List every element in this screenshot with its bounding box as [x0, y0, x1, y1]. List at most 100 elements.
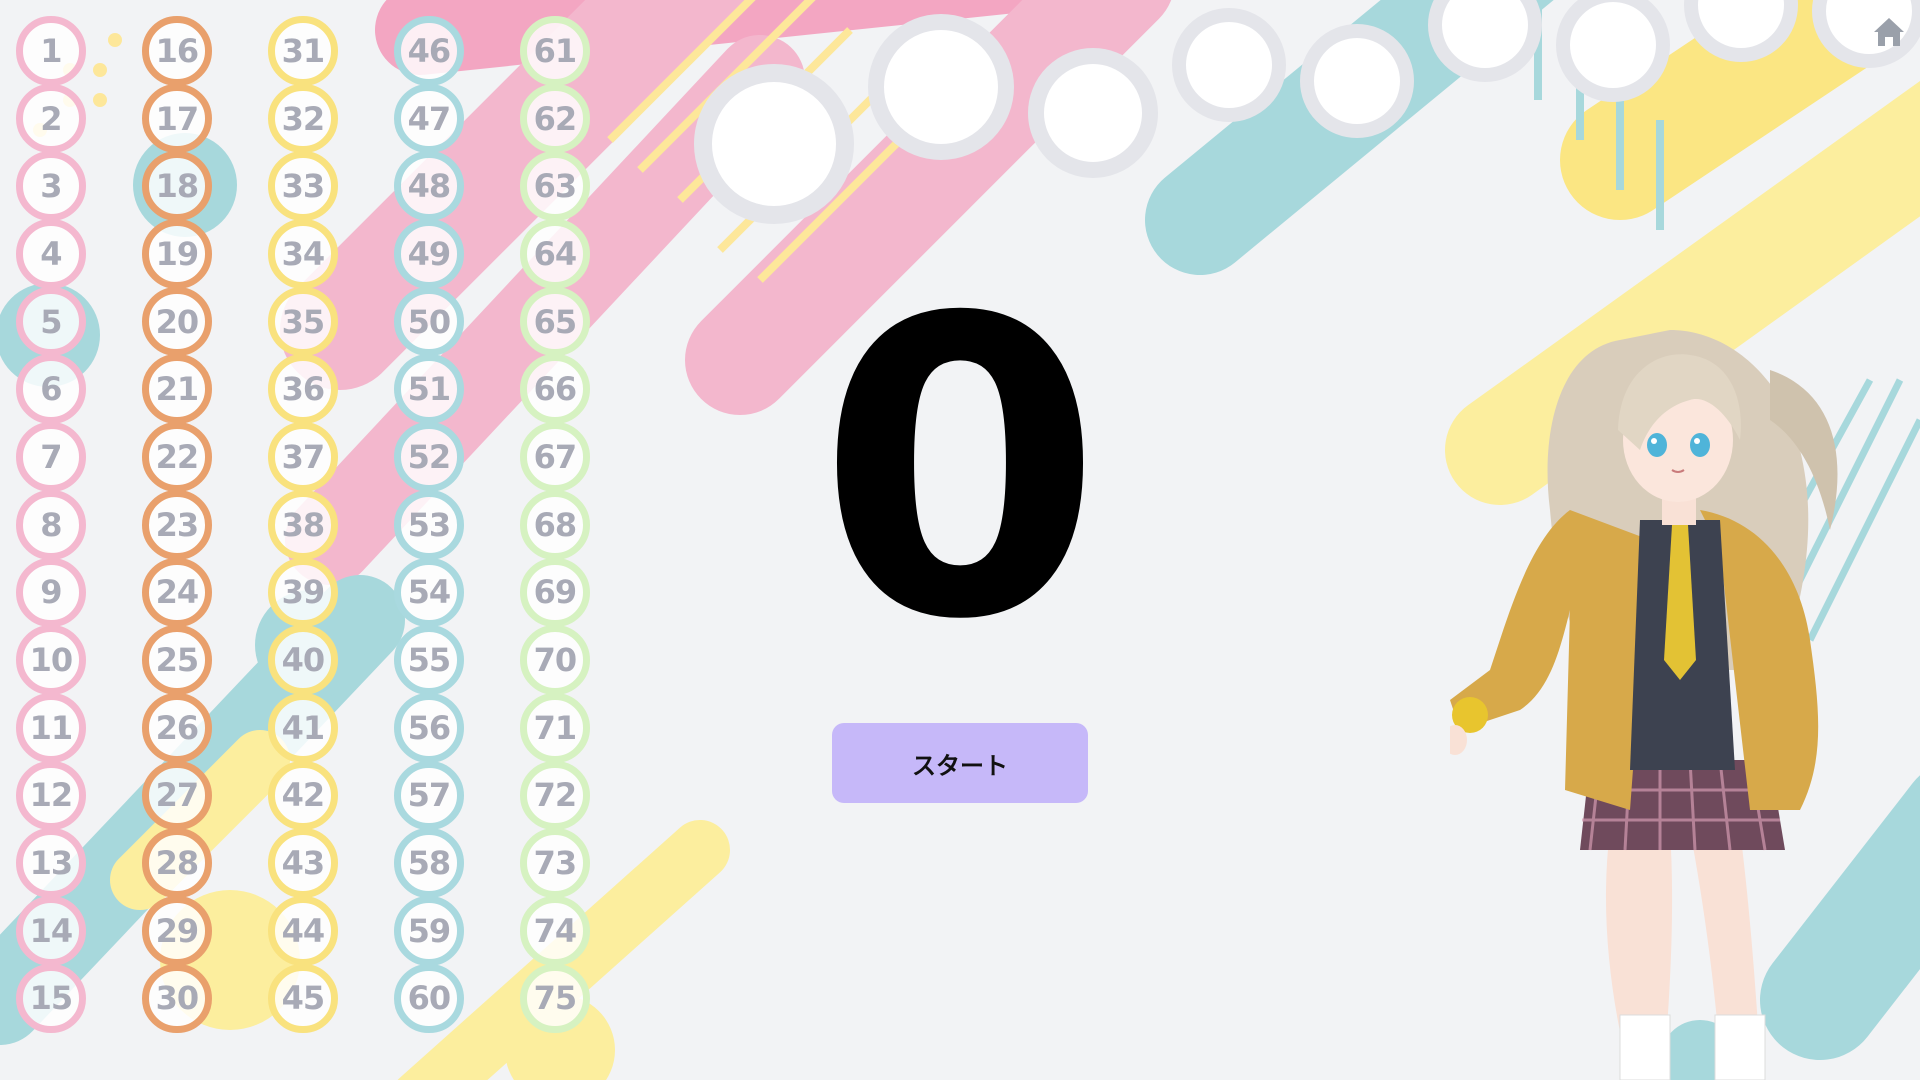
number-ball: 8	[16, 489, 86, 560]
start-button[interactable]: スタート	[832, 723, 1088, 803]
number-ball-label: 55	[407, 641, 452, 680]
number-ball-label: 52	[407, 437, 452, 476]
number-ball-label: 6	[40, 370, 62, 409]
number-ball: 2	[16, 83, 86, 154]
number-ball: 40	[268, 625, 338, 695]
number-ball-label: 26	[155, 708, 200, 747]
number-ball: 9	[16, 557, 86, 628]
number-ball-label: 75	[533, 979, 578, 1018]
number-ball: 61	[520, 16, 590, 86]
number-ball-label: 29	[155, 911, 200, 950]
number-ball-label: 64	[533, 234, 578, 273]
number-ball: 62	[520, 83, 590, 154]
number-ball: 44	[268, 895, 338, 966]
number-ball: 42	[268, 760, 338, 831]
number-ball-label: 37	[281, 437, 326, 476]
number-ball: 70	[520, 625, 590, 695]
number-ball: 13	[16, 828, 86, 898]
number-ball-label: 16	[155, 31, 200, 70]
number-ball-label: 71	[533, 708, 578, 747]
number-ball-label: 74	[533, 911, 578, 950]
number-ball: 60	[394, 963, 464, 1034]
number-ball: 72	[520, 760, 590, 831]
number-ball-label: 72	[533, 776, 578, 815]
number-ball-label: 51	[407, 370, 452, 409]
number-ball: 17	[142, 83, 212, 154]
number-ball-label: 39	[281, 573, 326, 612]
home-button[interactable]	[1868, 12, 1910, 54]
number-ball-label: 2	[40, 99, 62, 138]
number-column-4: 46 47 48 49 50 51 52 53 54 55 56 57 58 59 60	[394, 16, 466, 1034]
number-ball: 68	[520, 489, 590, 560]
number-ball-label: 24	[155, 573, 200, 612]
number-ball-label: 65	[533, 302, 578, 341]
number-ball: 43	[268, 828, 338, 898]
number-ball-label: 18	[155, 167, 200, 206]
number-ball: 10	[16, 625, 86, 695]
number-ball: 38	[268, 489, 338, 560]
number-ball: 16	[142, 16, 212, 86]
number-ball: 26	[142, 692, 212, 763]
number-ball-label: 53	[407, 505, 452, 544]
number-ball-label: 9	[40, 573, 62, 612]
number-ball: 67	[520, 422, 590, 492]
number-ball-label: 23	[155, 505, 200, 544]
number-ball-label: 69	[533, 573, 578, 612]
number-ball: 66	[520, 354, 590, 425]
number-ball: 36	[268, 354, 338, 425]
number-column-5: 61 62 63 64 65 66 67 68 69 70 71 72 73 74 75	[520, 16, 592, 1034]
number-ball: 47	[394, 83, 464, 154]
number-ball-label: 20	[155, 302, 200, 341]
number-ball: 34	[268, 219, 338, 289]
number-ball-label: 13	[29, 844, 74, 883]
number-ball-label: 58	[407, 844, 452, 883]
number-ball: 24	[142, 557, 212, 628]
number-ball: 71	[520, 692, 590, 763]
number-ball: 73	[520, 828, 590, 898]
number-ball: 25	[142, 625, 212, 695]
number-ball-label: 68	[533, 505, 578, 544]
number-ball: 50	[394, 286, 464, 357]
number-ball: 21	[142, 354, 212, 425]
number-ball: 33	[268, 151, 338, 222]
number-ball-label: 59	[407, 911, 452, 950]
history-ball-3	[1028, 48, 1158, 178]
number-ball: 5	[16, 286, 86, 357]
number-ball: 11	[16, 692, 86, 763]
number-ball: 74	[520, 895, 590, 966]
number-ball-label: 36	[281, 370, 326, 409]
number-ball: 14	[16, 895, 86, 966]
history-ball-2	[868, 14, 1014, 160]
number-ball: 37	[268, 422, 338, 492]
number-ball-label: 8	[40, 505, 62, 544]
number-ball-label: 25	[155, 641, 200, 680]
number-ball: 32	[268, 83, 338, 154]
number-ball-label: 33	[281, 167, 326, 206]
number-ball-label: 47	[407, 99, 452, 138]
number-ball-label: 32	[281, 99, 326, 138]
number-ball: 57	[394, 760, 464, 831]
number-ball-label: 66	[533, 370, 578, 409]
number-ball: 75	[520, 963, 590, 1034]
number-ball-label: 45	[281, 979, 326, 1018]
number-ball-label: 60	[407, 979, 452, 1018]
number-ball: 22	[142, 422, 212, 492]
number-ball-label: 28	[155, 844, 200, 883]
number-ball-label: 49	[407, 234, 452, 273]
number-ball: 19	[142, 219, 212, 289]
number-ball: 41	[268, 692, 338, 763]
number-ball: 65	[520, 286, 590, 357]
number-ball-label: 3	[40, 167, 62, 206]
number-ball-label: 70	[533, 641, 578, 680]
number-ball-label: 34	[281, 234, 326, 273]
current-number: 0	[817, 231, 1103, 709]
number-ball-label: 48	[407, 167, 452, 206]
number-ball-label: 17	[155, 99, 200, 138]
number-ball: 64	[520, 219, 590, 289]
number-ball: 55	[394, 625, 464, 695]
number-ball: 30	[142, 963, 212, 1034]
character-illustration	[1450, 330, 1838, 1080]
number-ball-label: 5	[40, 302, 62, 341]
number-ball: 27	[142, 760, 212, 831]
number-ball: 20	[142, 286, 212, 357]
